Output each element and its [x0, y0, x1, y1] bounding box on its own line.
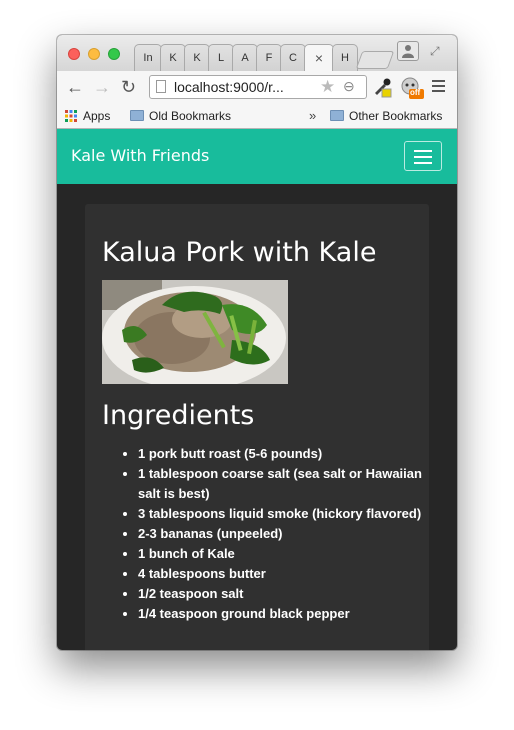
tab-label: K	[193, 52, 201, 64]
minimize-window-button[interactable]	[88, 48, 100, 60]
ingredients-heading: Ingredients	[102, 400, 255, 431]
forward-button[interactable]: →	[93, 77, 111, 97]
reload-button[interactable]: ↻	[121, 77, 136, 97]
address-bar[interactable]: ★ ⊖	[149, 75, 367, 99]
chrome-menu-icon[interactable]	[432, 80, 445, 95]
ingredients-list: 1 pork butt roast (5-6 pounds) 1 tablesp…	[120, 444, 438, 624]
bookmarks-overflow-button[interactable]: »	[309, 108, 316, 123]
browser-window: In K K L A F C × H ⤢ ← → ↻ ★ ⊖ off	[57, 35, 457, 650]
bookmark-star-icon[interactable]: ★	[320, 77, 335, 97]
zoom-icon[interactable]: ⊖	[343, 78, 355, 95]
recipe-photo	[102, 280, 288, 384]
navbar-toggle-button[interactable]	[404, 141, 442, 171]
old-bookmarks-folder[interactable]: Old Bookmarks	[130, 109, 231, 123]
tab-6[interactable]: F	[256, 44, 282, 71]
list-item: 4 tablespoons butter	[138, 564, 438, 584]
person-icon	[402, 45, 414, 58]
apps-bookmark[interactable]: Apps	[65, 109, 110, 123]
bookmarks-bar: Apps Old Bookmarks » Other Bookmarks	[57, 103, 457, 129]
list-item: 2-3 bananas (unpeeled)	[138, 524, 438, 544]
extension-badge: off	[410, 88, 421, 97]
old-bookmarks-label: Old Bookmarks	[149, 109, 232, 123]
tab-7[interactable]: C	[280, 44, 306, 71]
tab-label: K	[169, 52, 177, 64]
list-item: 1 pork butt roast (5-6 pounds)	[138, 444, 438, 464]
tab-label: F	[265, 52, 273, 64]
apps-label: Apps	[83, 109, 111, 123]
hamburger-bar	[414, 162, 432, 164]
tab-label: L	[217, 52, 225, 64]
browser-toolbar: ← → ↻ ★ ⊖ off	[57, 71, 457, 103]
url-input[interactable]	[174, 78, 314, 96]
tab-9[interactable]: H	[332, 44, 358, 71]
profile-button[interactable]	[397, 41, 419, 61]
list-item: 1/2 teaspoon salt	[138, 584, 438, 604]
close-window-button[interactable]	[68, 48, 80, 60]
tab-4[interactable]: L	[208, 44, 234, 71]
folder-icon	[330, 110, 344, 121]
tab-5[interactable]: A	[232, 44, 258, 71]
site-navbar: Kale With Friends	[57, 129, 457, 184]
recipe-title: Kalua Pork with Kale	[102, 237, 377, 268]
back-button[interactable]: ←	[66, 77, 84, 97]
other-bookmarks-folder[interactable]: Other Bookmarks	[330, 109, 442, 123]
other-bookmarks-label: Other Bookmarks	[349, 109, 443, 123]
site-brand-link[interactable]: Kale With Friends	[71, 146, 209, 165]
fullscreen-icon[interactable]: ⤢	[430, 44, 440, 59]
apps-grid-icon	[65, 110, 77, 122]
tab-1[interactable]: In	[134, 44, 162, 71]
close-tab-icon[interactable]: ×	[315, 50, 323, 66]
list-item: 1 tablespoon coarse salt (sea salt or Ha…	[138, 464, 438, 504]
list-item: 1 bunch of Kale	[138, 544, 438, 564]
recipe-panel: Kalua Pork with Kale Ingredients 1	[85, 204, 429, 650]
tab-label: H	[341, 52, 349, 64]
title-bar: In K K L A F C × H ⤢	[57, 35, 457, 71]
extension-off-icon[interactable]: off	[400, 76, 424, 105]
page-icon	[156, 80, 166, 93]
hamburger-bar	[414, 156, 432, 158]
tab-active[interactable]: ×	[304, 44, 334, 71]
new-tab-button[interactable]	[355, 51, 395, 69]
tab-label: In	[143, 52, 153, 64]
tab-label: A	[241, 52, 249, 64]
hamburger-bar	[414, 150, 432, 152]
list-item: 3 tablespoons liquid smoke (hickory flav…	[138, 504, 438, 524]
list-item: 1/4 teaspoon ground black pepper	[138, 604, 438, 624]
tab-label: C	[289, 52, 297, 64]
folder-icon	[130, 110, 144, 121]
eyedropper-extension-icon[interactable]	[372, 76, 392, 103]
zoom-window-button[interactable]	[108, 48, 120, 60]
tab-3[interactable]: K	[184, 44, 210, 71]
tab-2[interactable]: K	[160, 44, 186, 71]
